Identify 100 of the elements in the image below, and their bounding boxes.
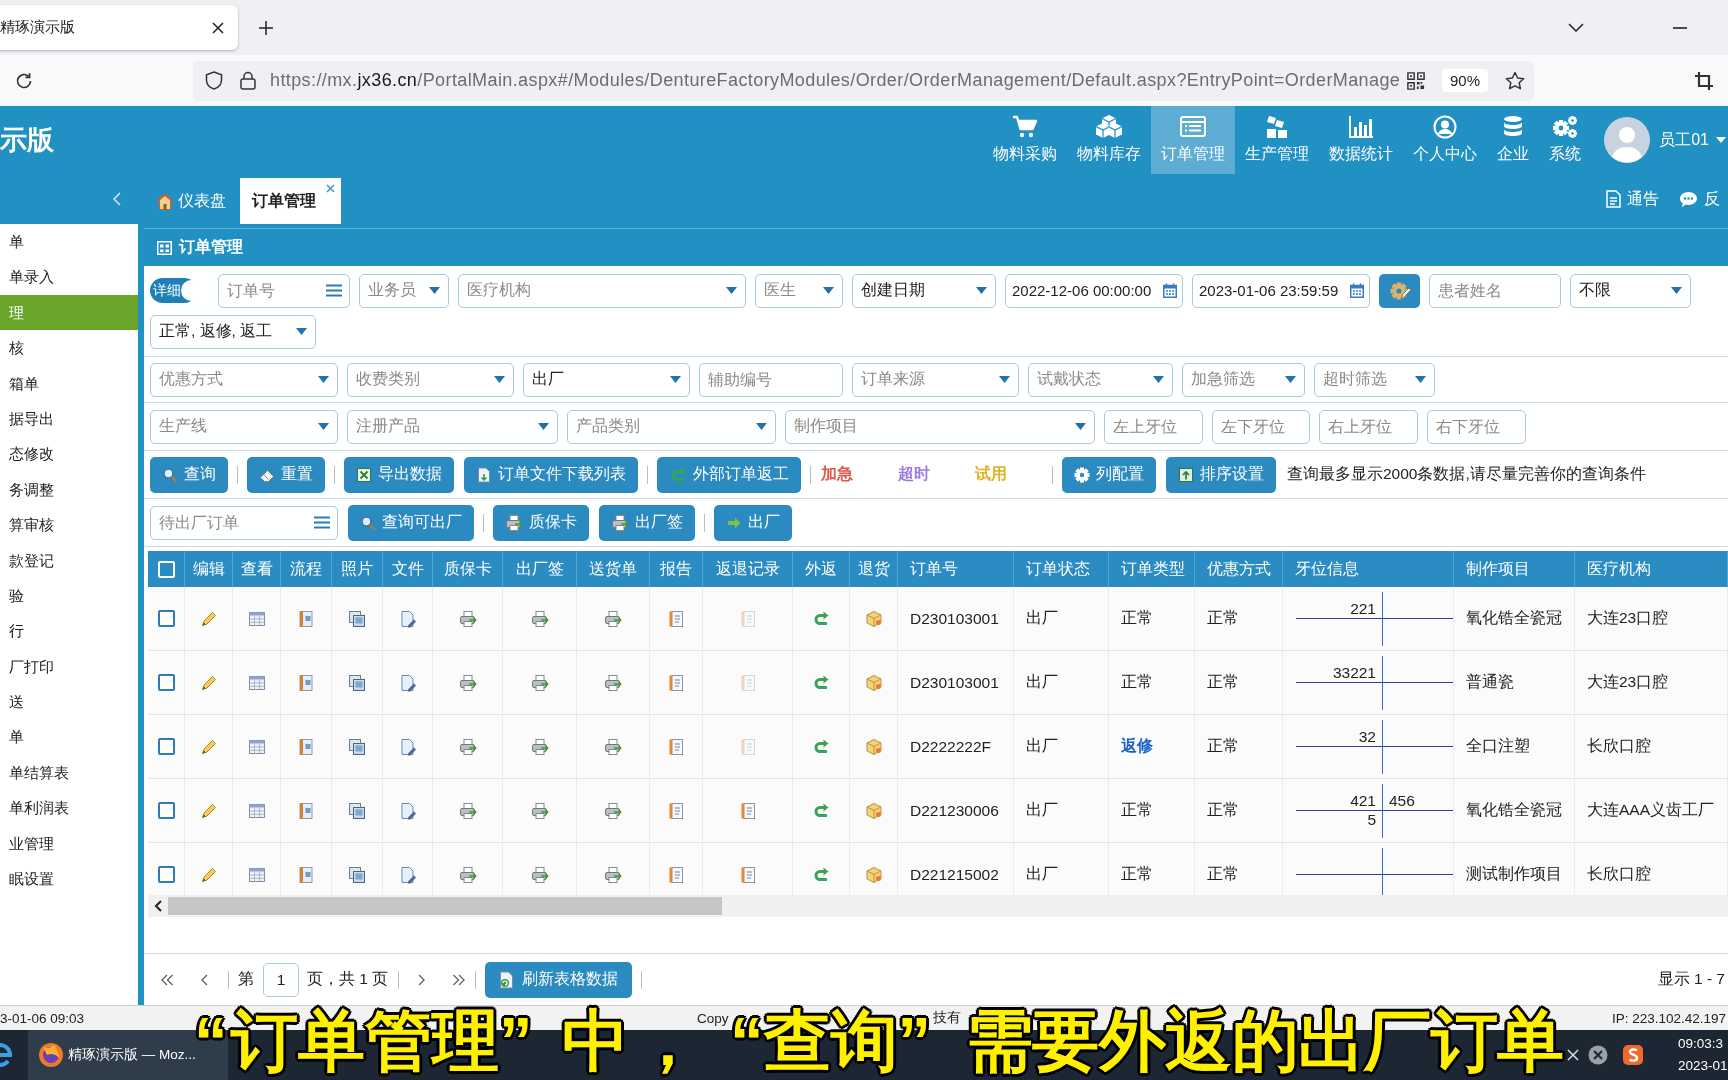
calendar-icon[interactable] xyxy=(1163,283,1177,298)
scrollbar-thumb[interactable] xyxy=(168,897,722,915)
shield-icon[interactable] xyxy=(205,71,223,90)
photos-icon[interactable] xyxy=(348,737,366,756)
sidebar-item[interactable]: 核 xyxy=(0,330,138,366)
toolbar-button[interactable]: 出厂签 xyxy=(599,504,695,541)
sidebar-item[interactable]: 款登记 xyxy=(0,542,138,578)
dropdown-field[interactable]: 加急筛选 xyxy=(1182,362,1305,397)
book-icon[interactable] xyxy=(297,673,315,692)
crop-icon[interactable] xyxy=(1694,70,1714,91)
dropdown-field[interactable]: 制作项目 xyxy=(785,409,1095,444)
document-pen-icon[interactable] xyxy=(398,737,417,756)
input-field[interactable]: 左下牙位 xyxy=(1212,409,1310,444)
printer-icon[interactable] xyxy=(604,865,622,884)
dropdown-field[interactable]: 优惠方式 xyxy=(150,362,338,397)
dropdown-field[interactable]: 医生 xyxy=(755,273,843,308)
close-circle-icon[interactable] xyxy=(1588,1045,1608,1065)
printer-icon[interactable] xyxy=(458,609,477,628)
sidebar-item[interactable]: 算审核 xyxy=(0,507,138,543)
notebook-icon[interactable] xyxy=(667,865,685,884)
photos-icon[interactable] xyxy=(348,673,366,692)
sidebar-item[interactable]: 务调整 xyxy=(0,471,138,508)
table-icon[interactable] xyxy=(247,801,266,820)
toolbar-button[interactable]: 列配置 xyxy=(1062,456,1156,493)
printer-icon[interactable] xyxy=(458,673,477,692)
printer-icon[interactable] xyxy=(530,609,549,628)
box-icon[interactable] xyxy=(864,737,883,756)
lock-icon[interactable] xyxy=(240,71,256,90)
double-chevron-left-icon[interactable] xyxy=(160,973,174,986)
dropdown-field[interactable]: 出厂 xyxy=(523,362,690,397)
calendar-icon[interactable] xyxy=(1350,283,1364,298)
return-arrow-icon[interactable] xyxy=(812,673,830,692)
qr-code-icon[interactable] xyxy=(1406,71,1425,90)
header-link[interactable]: 反 xyxy=(1679,188,1720,210)
nav-item[interactable]: 企业 xyxy=(1487,106,1540,174)
input-field[interactable]: 左上牙位 xyxy=(1104,409,1203,444)
sidebar-item[interactable]: 眠设置 xyxy=(0,861,138,897)
notebook-icon[interactable] xyxy=(667,609,685,628)
dropdown-field[interactable]: 正常, 返修, 返工 xyxy=(150,314,316,349)
table-icon[interactable] xyxy=(247,865,266,884)
sidebar-item[interactable]: 箱单 xyxy=(0,365,138,401)
chevron-left-icon[interactable] xyxy=(154,900,162,912)
dropdown-field[interactable]: 生产线 xyxy=(150,409,338,444)
user-menu[interactable]: 员工01 xyxy=(1659,129,1726,151)
pencil-icon[interactable] xyxy=(199,737,218,756)
minimize-icon[interactable] xyxy=(1673,26,1687,29)
nav-item[interactable]: 数据统计 xyxy=(1319,106,1404,174)
dropdown-field[interactable]: 业务员 xyxy=(359,273,449,308)
document-pen-icon[interactable] xyxy=(398,801,417,820)
nav-item[interactable]: 物料库存 xyxy=(1067,106,1152,174)
book-icon[interactable] xyxy=(297,865,315,884)
close-icon[interactable] xyxy=(212,21,224,34)
page-tab[interactable]: 仪表盘 xyxy=(144,178,234,224)
return-arrow-icon[interactable] xyxy=(812,737,830,756)
document-pen-icon[interactable] xyxy=(398,673,417,692)
pencil-icon[interactable] xyxy=(199,673,218,692)
printer-icon[interactable] xyxy=(458,801,477,820)
address-bar[interactable]: https://mx.jx36.cn/PortalMain.aspx#/Modules/DentureFactoryModules/Order/OrderManagement/Default.aspx?EntryPoint=OrderManage 90% xyxy=(193,60,1534,101)
pencil-icon[interactable] xyxy=(199,801,218,820)
nav-item[interactable]: 个人中心 xyxy=(1403,106,1488,174)
notebook-icon[interactable] xyxy=(667,801,685,820)
row-checkbox[interactable] xyxy=(157,674,175,691)
chevron-down-icon[interactable] xyxy=(1568,23,1584,32)
tray-app-icon[interactable] xyxy=(1623,1045,1643,1065)
zoom-badge[interactable]: 90% xyxy=(1441,69,1488,92)
document-pen-icon[interactable] xyxy=(398,865,417,884)
book-icon[interactable] xyxy=(297,801,315,820)
dropdown-field[interactable]: 创建日期 xyxy=(852,273,996,308)
date-field[interactable]: 2023-01-06 23:59:59 xyxy=(1192,273,1370,308)
sidebar-item[interactable]: 业管理 xyxy=(0,825,138,862)
sidebar-item[interactable]: 态修改 xyxy=(0,436,138,472)
list-icon[interactable] xyxy=(326,284,342,297)
input-field[interactable]: 右下牙位 xyxy=(1427,409,1526,444)
select-all-checkbox[interactable] xyxy=(157,560,175,578)
taskbar-app-icon[interactable] xyxy=(0,1040,12,1070)
sidebar-item[interactable]: 单利润表 xyxy=(0,790,138,826)
nav-item[interactable]: 物料采购 xyxy=(983,106,1068,174)
printer-icon[interactable] xyxy=(604,737,622,756)
page-tab[interactable]: 订单管理 xyxy=(240,178,341,224)
sidebar-item[interactable]: 验 xyxy=(0,577,138,614)
sidebar-item[interactable]: 单 xyxy=(0,224,138,260)
book-icon[interactable] xyxy=(297,609,315,628)
table-icon[interactable] xyxy=(247,673,266,692)
nav-item[interactable]: 系统 xyxy=(1539,106,1592,174)
pencil-icon[interactable] xyxy=(199,865,218,884)
nav-item[interactable]: 订单管理 xyxy=(1151,106,1236,174)
toolbar-button[interactable]: 查询可出厂 xyxy=(348,504,474,541)
toolbar-button[interactable]: 导出数据 xyxy=(344,456,454,493)
notebook-icon[interactable] xyxy=(667,737,685,756)
printer-icon[interactable] xyxy=(604,609,622,628)
list-icon[interactable] xyxy=(314,516,330,529)
notebook-icon[interactable] xyxy=(667,673,685,692)
row-checkbox[interactable] xyxy=(157,866,175,883)
sidebar-item[interactable]: 单录入 xyxy=(0,259,138,295)
page-input[interactable]: 1 xyxy=(263,962,299,997)
toolbar-button[interactable]: 重置 xyxy=(247,456,325,493)
chevron-right-icon[interactable] xyxy=(418,973,427,986)
sidebar-item[interactable]: 单结算表 xyxy=(0,754,138,791)
user-avatar[interactable] xyxy=(1604,117,1651,163)
toolbar-button[interactable]: 外部订单返工 xyxy=(657,456,801,493)
